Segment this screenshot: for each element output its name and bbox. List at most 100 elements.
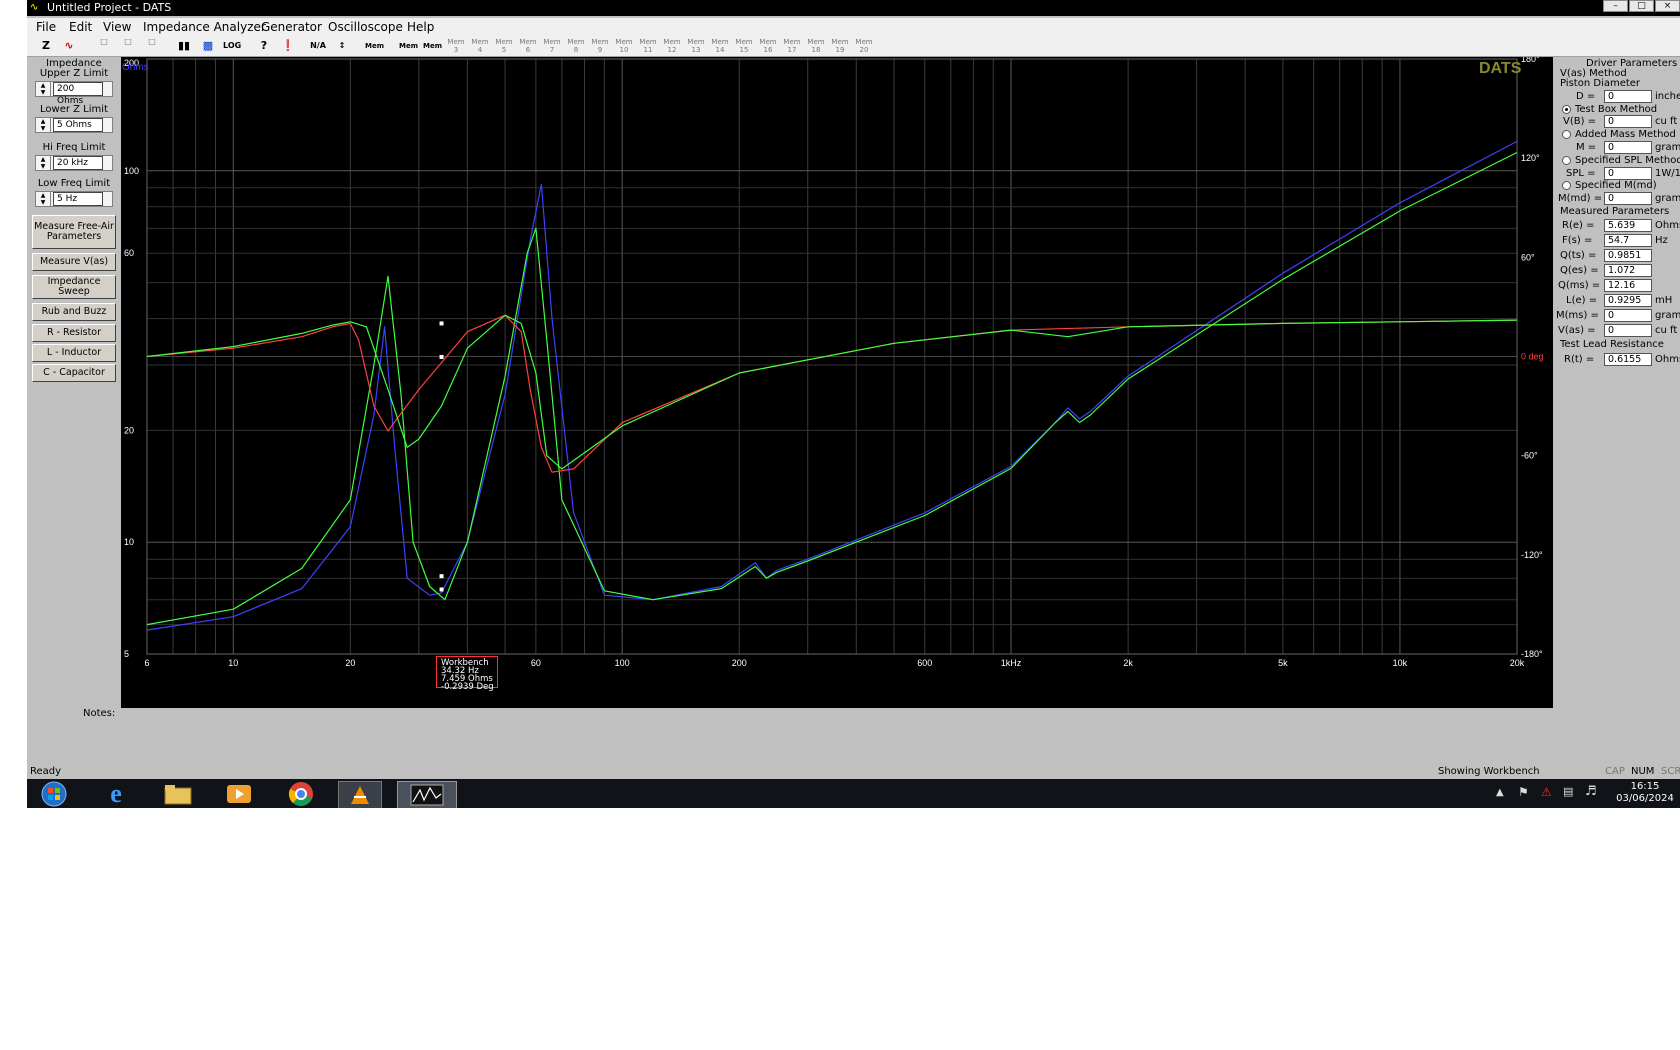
impedance-sweep-button[interactable]: Impedance Sweep <box>32 275 116 299</box>
chrome-icon[interactable] <box>280 781 322 807</box>
mem-12-button[interactable]: Mem 12 <box>663 38 681 54</box>
mem-14-button[interactable]: Mem 14 <box>711 38 729 54</box>
mem-6-button[interactable]: Mem 6 <box>519 38 537 54</box>
m-field[interactable]: 0 <box>1604 141 1652 154</box>
mem-15-button[interactable]: Mem 15 <box>735 38 753 54</box>
media-player-icon[interactable] <box>218 781 260 807</box>
vas-field: 0 <box>1604 324 1652 337</box>
action-center-flag-icon[interactable]: ⚑ <box>1518 785 1529 799</box>
phase-tick-label: 120° <box>1521 153 1540 163</box>
qes-field: 1.072 <box>1604 264 1652 277</box>
mmd-method-radio[interactable] <box>1562 181 1571 190</box>
lower-z-spinner[interactable]: ▲ ▼ <box>36 118 51 132</box>
menu-oscilloscope[interactable]: Oscilloscope <box>328 20 403 34</box>
mmd-field[interactable]: 0 <box>1604 192 1652 205</box>
test-box-label: Test Box Method <box>1575 104 1658 115</box>
maximize-button[interactable]: □ <box>1629 0 1654 12</box>
x-tick-label: 200 <box>732 658 747 668</box>
mem-17-button[interactable]: Mem 17 <box>783 38 801 54</box>
menu-view[interactable]: View <box>103 20 131 34</box>
low-freq-field[interactable]: ▲ ▼ 5 Hz <box>35 191 113 207</box>
context-help-icon[interactable]: ❗ <box>279 38 297 54</box>
capacitor-button[interactable]: C - Capacitor <box>32 364 116 382</box>
mem-7-button[interactable]: Mem 7 <box>543 38 561 54</box>
notes-area[interactable]: Notes: <box>27 708 1680 763</box>
help-icon[interactable]: ? <box>255 38 273 54</box>
log-icon[interactable]: LOG <box>223 38 241 54</box>
measure-vas-button[interactable]: Measure V(as) <box>32 253 116 271</box>
inductor-button[interactable]: L - Inductor <box>32 344 116 362</box>
mem-13-button[interactable]: Mem 13 <box>687 38 705 54</box>
mem-2-button[interactable]: Mem 2 <box>423 38 442 66</box>
mem-19-button[interactable]: Mem 19 <box>831 38 849 54</box>
minimize-button[interactable]: – <box>1603 0 1628 12</box>
resistor-button[interactable]: R - Resistor <box>32 324 116 342</box>
d-field[interactable]: 0 <box>1604 90 1652 103</box>
workbench-cursor-point <box>439 574 444 579</box>
menu-file[interactable]: File <box>36 20 56 34</box>
impedance-plot[interactable]: 200 100 60 20 10 5 180° 120° 60° 0 deg -60° -120° -… <box>121 54 1553 708</box>
menu-impedance-analyzer[interactable]: Impedance Analyzer <box>143 20 266 34</box>
chart-icon[interactable]: ▩ <box>199 38 217 54</box>
low-freq-value[interactable]: 5 Hz <box>53 192 103 206</box>
mem-wave-icon[interactable]: Mem <box>365 38 384 54</box>
upper-z-spinner[interactable]: ▲ ▼ <box>36 82 51 96</box>
title-bar: ∿ Untitled Project - DATS – □ × <box>27 0 1680 16</box>
mms-field: 0 <box>1604 309 1652 322</box>
menu-generator[interactable]: Generator <box>261 20 322 34</box>
mem-16-button[interactable]: Mem 16 <box>759 38 777 54</box>
low-freq-spinner[interactable]: ▲ ▼ <box>36 192 51 206</box>
mem-20-button[interactable]: Mem 20 <box>855 38 873 54</box>
spl-field[interactable]: 0 <box>1604 167 1652 180</box>
internet-explorer-icon[interactable]: e <box>95 779 137 808</box>
y-tick-label: 20 <box>124 425 134 435</box>
upper-z-field[interactable]: ▲ ▼ 200 Ohms <box>35 81 113 106</box>
dats-taskbar-icon[interactable] <box>397 781 457 808</box>
phase-curve-3 <box>146 314 1518 470</box>
rt-field[interactable]: 0.6155 <box>1604 353 1652 366</box>
vlc-icon[interactable] <box>338 781 382 808</box>
lower-z-field[interactable]: ▲ ▼ 5 Ohms <box>35 117 113 133</box>
lower-z-value[interactable]: 5 Ohms <box>53 118 103 132</box>
scale-icon[interactable]: ↕ <box>333 38 351 54</box>
mem-9-button[interactable]: Mem 9 <box>591 38 609 54</box>
rub-and-buzz-button[interactable]: Rub and Buzz <box>32 303 116 321</box>
file-explorer-icon[interactable] <box>157 781 199 807</box>
close-button[interactable]: × <box>1655 0 1680 12</box>
mms-unit: grams <box>1655 310 1680 321</box>
vb-field[interactable]: 0 <box>1604 115 1652 128</box>
menu-help[interactable]: Help <box>407 20 434 34</box>
mem-4-button[interactable]: Mem 4 <box>471 38 489 54</box>
volume-icon[interactable]: ♬ <box>1585 784 1597 799</box>
spl-method-radio[interactable] <box>1562 156 1571 165</box>
added-mass-radio[interactable] <box>1562 130 1571 139</box>
mem-11-button[interactable]: Mem 11 <box>639 38 657 54</box>
impedance-mode-button[interactable]: Z <box>37 38 55 54</box>
toolbar-button-2[interactable]: □ <box>119 38 137 54</box>
mem-1-button[interactable]: Mem 1 <box>399 38 418 66</box>
mem-10-button[interactable]: Mem 10 <box>615 38 633 54</box>
clock[interactable]: 16:15 03/06/2024 <box>1610 781 1680 805</box>
mem-5-button[interactable]: Mem 5 <box>495 38 513 54</box>
qms-field: 12.16 <box>1604 279 1652 292</box>
bars-icon[interactable]: ▮▮ <box>175 38 193 54</box>
hi-freq-value[interactable]: 20 kHz <box>53 156 103 170</box>
mem-18-button[interactable]: Mem 18 <box>807 38 825 54</box>
show-hidden-icons[interactable]: ▲ <box>1496 787 1504 798</box>
y-tick-label: 100 <box>124 166 139 176</box>
mem-3-button[interactable]: Mem 3 <box>447 38 465 54</box>
hi-freq-field[interactable]: ▲ ▼ 20 kHz <box>35 155 113 171</box>
upper-z-value[interactable]: 200 Ohms <box>53 82 103 106</box>
start-button[interactable] <box>33 781 75 807</box>
network-icon[interactable]: ▤ <box>1563 785 1573 798</box>
generator-wave-button[interactable]: ∿ <box>60 38 78 54</box>
toolbar-button-1[interactable]: □ <box>95 38 113 54</box>
nm-icon[interactable]: N/A <box>309 38 327 54</box>
toolbar-button-3[interactable]: □ <box>143 38 161 54</box>
hi-freq-spinner[interactable]: ▲ ▼ <box>36 156 51 170</box>
mem-8-button[interactable]: Mem 8 <box>567 38 585 54</box>
measure-free-air-button[interactable]: Measure Free-Air Parameters <box>32 215 116 249</box>
menu-edit[interactable]: Edit <box>69 20 92 34</box>
test-box-radio[interactable] <box>1562 105 1571 114</box>
security-alert-icon[interactable]: ⚠ <box>1541 785 1552 799</box>
